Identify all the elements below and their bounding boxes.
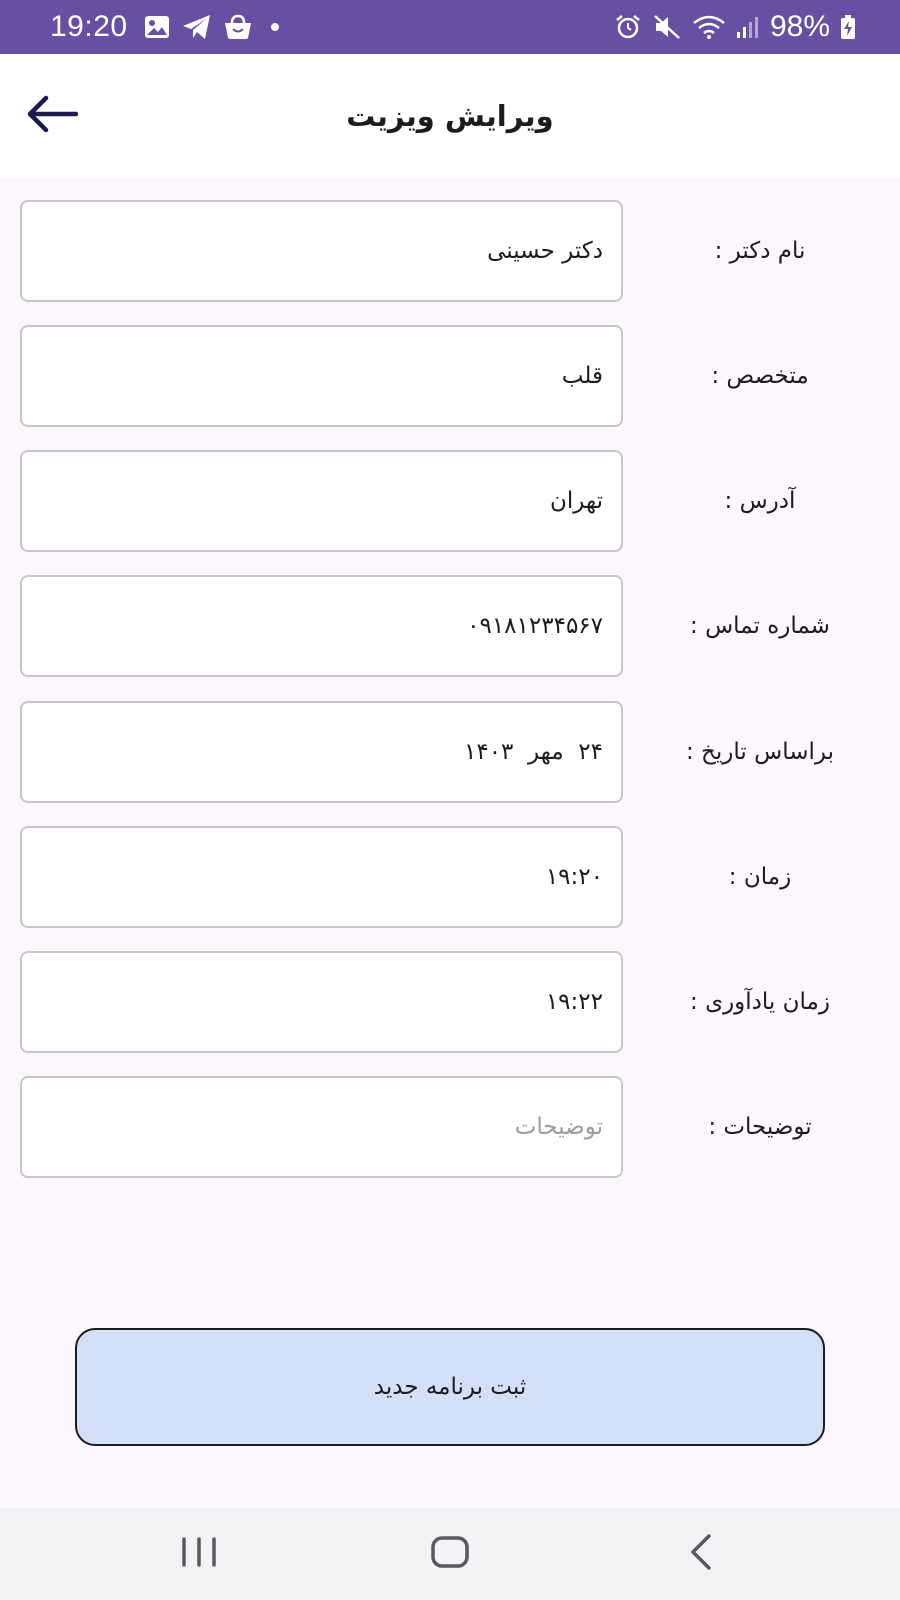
form-row-specialty: متخصص : <box>0 325 900 427</box>
battery-percentage: 98% <box>769 10 830 43</box>
phone-label: شماره تماس : <box>690 613 830 639</box>
telegram-icon <box>182 14 212 40</box>
home-button[interactable] <box>390 1508 510 1600</box>
time-label: زمان : <box>728 864 792 890</box>
description-field-box <box>20 1076 623 1178</box>
date-field-box <box>20 701 623 803</box>
system-back-button[interactable] <box>642 1508 762 1600</box>
phone-input[interactable] <box>22 577 621 675</box>
form-row-time: زمان : <box>0 826 900 928</box>
alarm-icon <box>614 14 642 40</box>
date-label: براساس تاریخ : <box>686 739 834 765</box>
back-button[interactable] <box>22 88 82 144</box>
doctor-name-field-box <box>20 200 623 302</box>
status-time: 19:20 <box>50 10 128 43</box>
back-icon <box>687 1533 717 1575</box>
system-nav-bar <box>0 1508 900 1600</box>
home-icon <box>430 1535 470 1573</box>
form-row-doctor-name: نام دکتر : <box>0 200 900 302</box>
address-field-box <box>20 450 623 552</box>
status-bar-right: 98% <box>614 0 856 54</box>
form-row-address: آدرس : <box>0 450 900 552</box>
submit-new-schedule-button[interactable]: ثبت برنامه جدید <box>75 1328 825 1446</box>
notification-dot-icon <box>264 21 286 33</box>
app-bar: ویرایش ویزیت <box>0 54 900 178</box>
arrow-left-icon <box>26 94 79 138</box>
time-field-box <box>20 826 623 928</box>
form-row-date: براساس تاریخ : <box>0 701 900 803</box>
address-input[interactable] <box>22 452 621 550</box>
date-input[interactable] <box>22 703 621 801</box>
form-row-phone: شماره تماس : <box>0 575 900 677</box>
doctor-name-input[interactable] <box>22 202 621 300</box>
reminder-time-field-box <box>20 951 623 1053</box>
status-bar: 19:20 98% <box>0 0 900 54</box>
address-label: آدرس : <box>724 488 796 514</box>
mute-icon <box>652 14 682 40</box>
reminder-time-label: زمان یادآوری : <box>690 989 830 1015</box>
reminder-time-input[interactable] <box>22 953 621 1051</box>
form-row-description: توضیحات : <box>0 1076 900 1178</box>
description-label: توضیحات : <box>708 1114 812 1140</box>
status-bar-left: 19:20 <box>50 0 286 54</box>
recent-apps-button[interactable] <box>139 1508 259 1600</box>
image-icon <box>144 15 170 39</box>
battery-charging-icon <box>840 14 856 40</box>
specialty-input[interactable] <box>22 327 621 425</box>
signal-icon <box>736 14 760 40</box>
description-input[interactable] <box>22 1078 621 1176</box>
doctor-name-label: نام دکتر : <box>714 238 806 264</box>
recent-apps-icon <box>179 1536 219 1572</box>
specialty-label: متخصص : <box>711 363 809 389</box>
shopping-bag-icon <box>224 14 252 40</box>
form-row-reminder-time: زمان یادآوری : <box>0 951 900 1053</box>
time-input[interactable] <box>22 828 621 926</box>
specialty-field-box <box>20 325 623 427</box>
phone-field-box <box>20 575 623 677</box>
wifi-icon <box>692 14 726 40</box>
page-title: ویرایش ویزیت <box>346 99 554 133</box>
